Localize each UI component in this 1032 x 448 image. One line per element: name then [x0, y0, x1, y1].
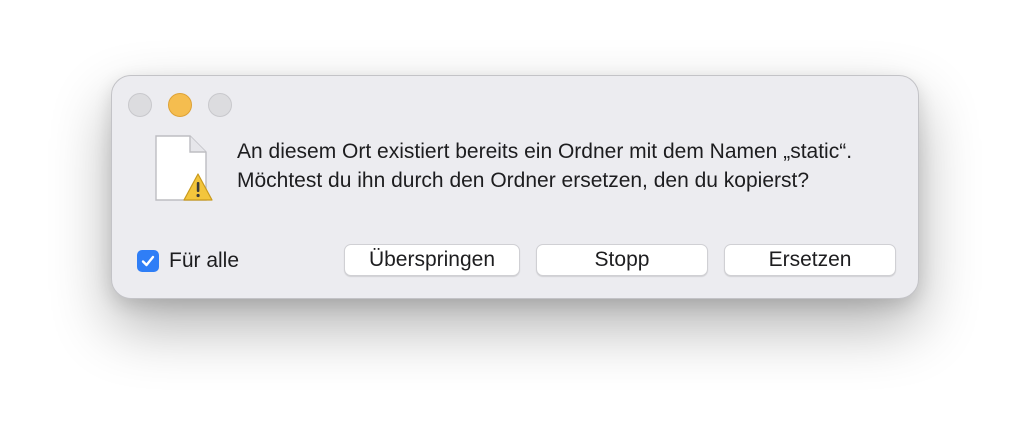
- stop-button[interactable]: Stopp: [536, 244, 708, 276]
- replace-button[interactable]: Ersetzen: [724, 244, 896, 276]
- apply-to-all-checkbox[interactable]: Für alle: [137, 249, 239, 273]
- close-window-button[interactable]: [128, 93, 152, 117]
- checkbox-label: Für alle: [169, 249, 240, 272]
- zoom-window-button[interactable]: [208, 93, 232, 117]
- checkbox-checked-icon[interactable]: [137, 250, 159, 272]
- skip-button[interactable]: Überspringen: [344, 244, 520, 276]
- desktop-background: An diesem Ort existiert bereits ein Ordn…: [0, 0, 1032, 448]
- dialog-message: An diesem Ort existiert bereits ein Ordn…: [237, 140, 853, 192]
- document-warning-icon: [150, 134, 214, 204]
- minimize-window-button[interactable]: [168, 93, 192, 117]
- replace-folder-dialog: An diesem Ort existiert bereits ein Ordn…: [111, 75, 919, 299]
